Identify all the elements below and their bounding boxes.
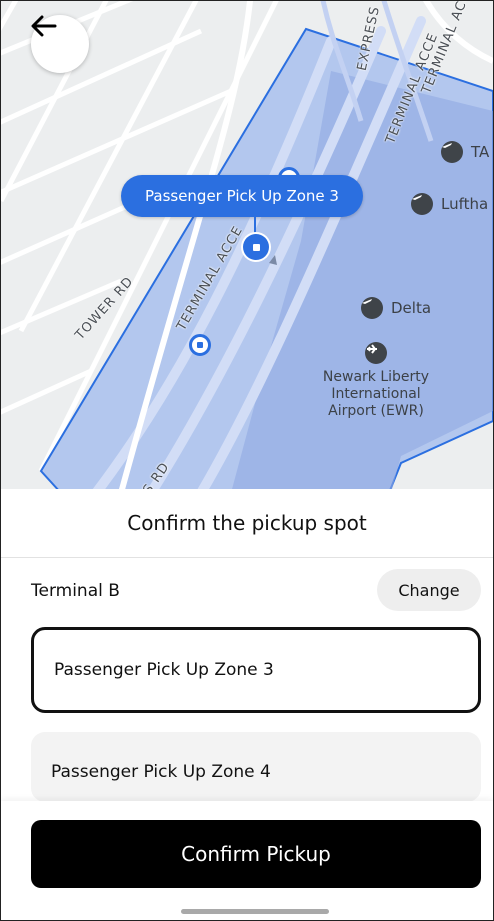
selected-zone-tooltip: Passenger Pick Up Zone 3 xyxy=(121,175,363,217)
poi-lufthansa[interactable]: Luftha xyxy=(411,193,488,215)
pickup-option-label: Passenger Pick Up Zone 3 xyxy=(54,660,274,680)
sheet-title: Confirm the pickup spot xyxy=(1,489,493,558)
change-button[interactable]: Change xyxy=(377,569,481,611)
airplane-icon xyxy=(361,297,383,319)
pickup-option-selected[interactable]: Passenger Pick Up Zone 3 xyxy=(31,627,481,713)
map-view[interactable]: TOWER RD TERMINAL ACCE TERMINAL ACCE TER… xyxy=(1,1,493,493)
pickup-option-label: Passenger Pick Up Zone 4 xyxy=(51,762,271,782)
home-indicator xyxy=(181,909,329,914)
airport-icon[interactable] xyxy=(365,342,387,364)
arrow-left-icon xyxy=(31,15,57,37)
poi-label: Luftha xyxy=(441,195,489,213)
pickup-pin[interactable] xyxy=(189,334,211,356)
footer: Confirm Pickup xyxy=(1,801,493,920)
airport-label: Newark Liberty International Airport (EW… xyxy=(322,369,430,419)
poi-delta[interactable]: Delta xyxy=(361,297,431,319)
pickup-option[interactable]: Passenger Pick Up Zone 4 xyxy=(31,732,481,802)
back-button[interactable] xyxy=(31,15,89,73)
selected-pickup-pin[interactable] xyxy=(243,234,269,260)
app-frame: TOWER RD TERMINAL ACCE TERMINAL ACCE TER… xyxy=(0,0,494,921)
airplane-icon xyxy=(411,193,433,215)
airplane-icon xyxy=(441,141,463,163)
confirm-pickup-button[interactable]: Confirm Pickup xyxy=(31,820,481,888)
terminal-label: Terminal B xyxy=(31,581,120,601)
poi-ta[interactable]: TA xyxy=(441,141,489,163)
poi-label: TA xyxy=(471,143,490,161)
poi-label: Delta xyxy=(391,299,432,317)
